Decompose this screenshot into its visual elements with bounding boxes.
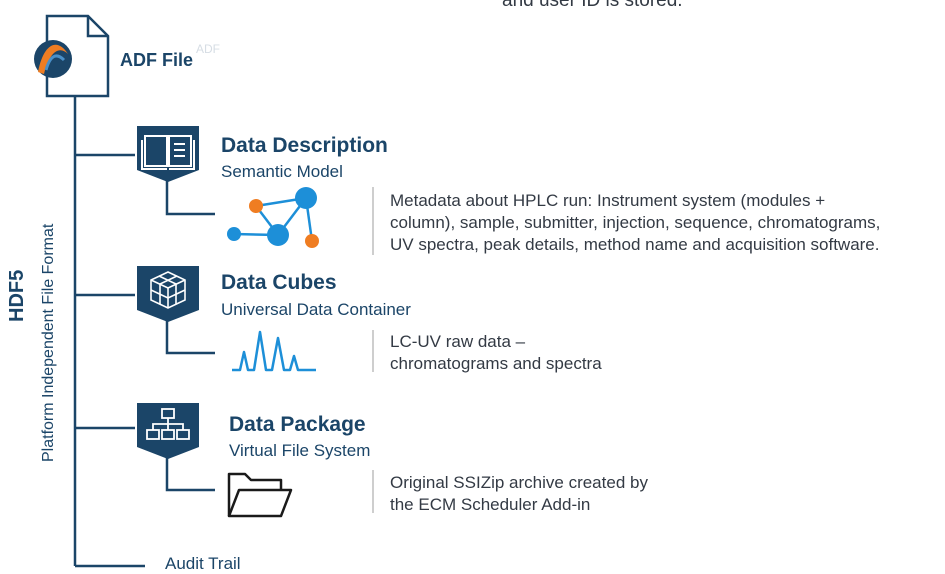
description-line: Original SSIZip archive created by: [390, 473, 648, 492]
section-title: Data Description: [221, 134, 388, 157]
section-subtitle: Virtual File System: [229, 441, 371, 460]
hdf5-title: HDF5: [6, 269, 28, 322]
hierarchy-icon: [137, 403, 199, 459]
section-title: Data Cubes: [221, 271, 337, 294]
network-graph-icon: [222, 186, 326, 257]
description-line: chromatograms and spectra: [390, 354, 602, 373]
description-line: the ECM Scheduler Add-in: [390, 495, 591, 514]
description-line: column), sample, submitter, injection, s…: [390, 213, 881, 232]
section-data-description-header-icon: [131, 126, 205, 187]
audit-trail-label: Audit Trail: [165, 554, 241, 573]
section-data-package-header-icon: [131, 403, 205, 464]
adf-file-icon: [22, 14, 112, 98]
description-line: Metadata about HPLC run: Instrument syst…: [390, 191, 826, 210]
open-book-icon: [137, 126, 199, 182]
cubes-icon: [137, 266, 199, 322]
adf-file-label: ADF File: [120, 50, 194, 70]
section-subtitle: Universal Data Container: [221, 300, 411, 319]
description-line: LC-UV raw data –: [390, 332, 526, 351]
section-subtitle: Semantic Model: [221, 162, 343, 181]
description-line: UV spectra, peak details, method name an…: [390, 235, 880, 254]
section-title: Data Package: [229, 413, 366, 436]
section-description: Metadata about HPLC run: Instrument syst…: [390, 190, 942, 256]
section-description: LC-UV raw data – chromatograms and spect…: [390, 331, 790, 375]
adf-logo-watermark: ADF: [196, 42, 220, 56]
chromatogram-peaks-icon: [230, 322, 320, 379]
section-data-cubes-header-icon: [131, 266, 205, 327]
folder-icon: [225, 468, 297, 525]
section-description: Original SSIZip archive created by the E…: [390, 472, 790, 516]
hdf5-subtitle: Platform Independent File Format: [40, 223, 57, 462]
